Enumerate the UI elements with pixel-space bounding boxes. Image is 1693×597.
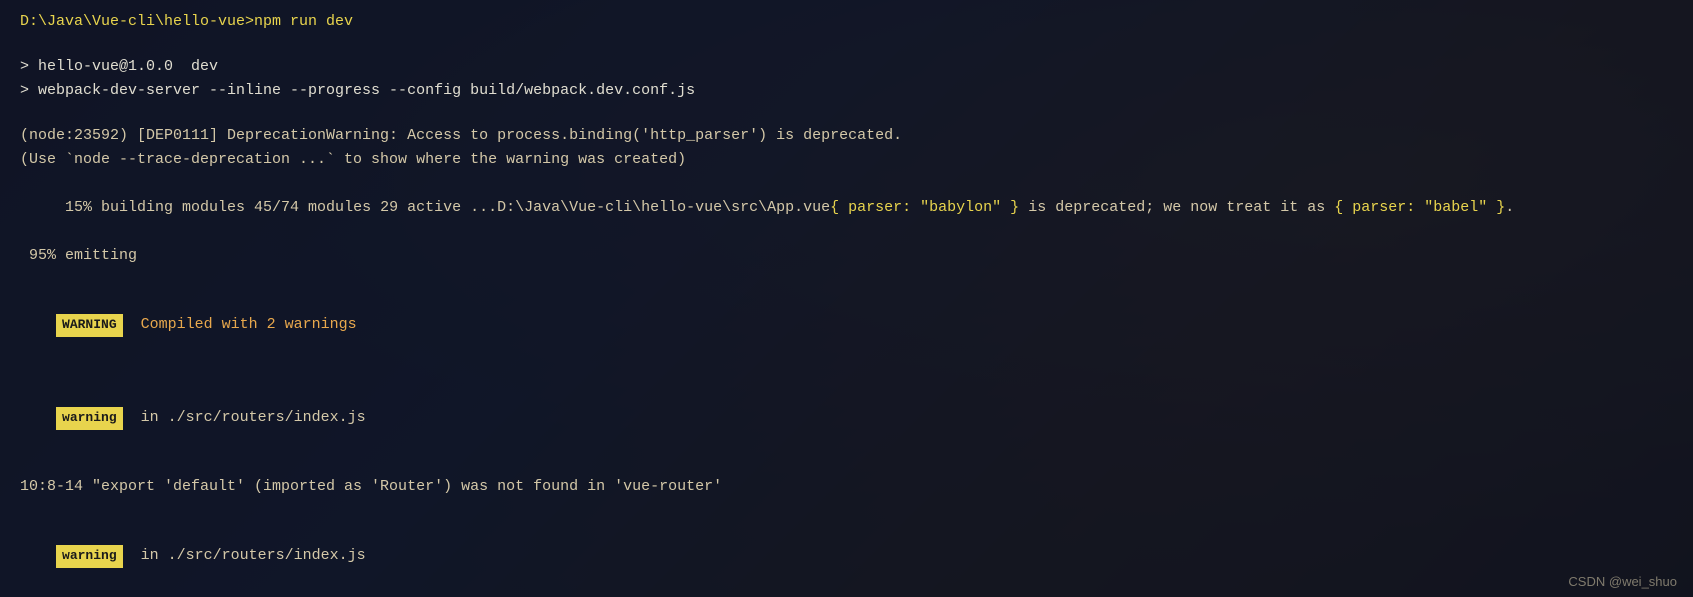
terminal-line-6: 15% building modules 45/74 modules 29 ac… xyxy=(20,172,1673,244)
line6-yellow2: { parser: "babel" } xyxy=(1334,199,1505,216)
line6-mid: is deprecated; we now treat it as xyxy=(1019,199,1334,216)
badge-warning-upper: WARNING xyxy=(56,314,123,337)
badge-warning-2: warning xyxy=(56,545,123,568)
line6-pre: 15% building modules 45/74 modules 29 ac… xyxy=(56,199,830,216)
blank-7 xyxy=(20,592,1673,597)
terminal-line-warning2: warning in ./src/routers/index.js xyxy=(20,520,1673,592)
blank-1 xyxy=(20,34,1673,55)
line6-yellow1: { parser: "babylon" } xyxy=(830,199,1019,216)
terminal-window: D:\Java\Vue-cli\hello-vue>npm run dev > … xyxy=(0,0,1693,597)
terminal-line-4: (node:23592) [DEP0111] DeprecationWarnin… xyxy=(20,124,1673,148)
terminal-error-1: 10:8-14 "export 'default' (imported as '… xyxy=(20,475,1673,499)
watermark: CSDN @wei_shuo xyxy=(1568,574,1677,589)
terminal-line-7: 95% emitting xyxy=(20,244,1673,268)
badge-warning-1: warning xyxy=(56,407,123,430)
terminal-line-5: (Use `node --trace-deprecation ...` to s… xyxy=(20,148,1673,172)
blank-5 xyxy=(20,454,1673,475)
terminal-line-3: > webpack-dev-server --inline --progress… xyxy=(20,79,1673,103)
blank-2 xyxy=(20,103,1673,124)
compiled-text: Compiled with 2 warnings xyxy=(123,316,357,333)
terminal-line-1: D:\Java\Vue-cli\hello-vue>npm run dev xyxy=(20,10,1673,34)
blank-3 xyxy=(20,268,1673,289)
warning2-text: in ./src/routers/index.js xyxy=(123,547,366,564)
line6-end: . xyxy=(1505,199,1514,216)
blank-6 xyxy=(20,499,1673,520)
terminal-line-warning-upper: WARNING Compiled with 2 warnings xyxy=(20,289,1673,361)
terminal-line-2: > hello-vue@1.0.0 dev xyxy=(20,55,1673,79)
terminal-line-warning1: warning in ./src/routers/index.js xyxy=(20,382,1673,454)
warning1-text: in ./src/routers/index.js xyxy=(123,409,366,426)
blank-4 xyxy=(20,361,1673,382)
